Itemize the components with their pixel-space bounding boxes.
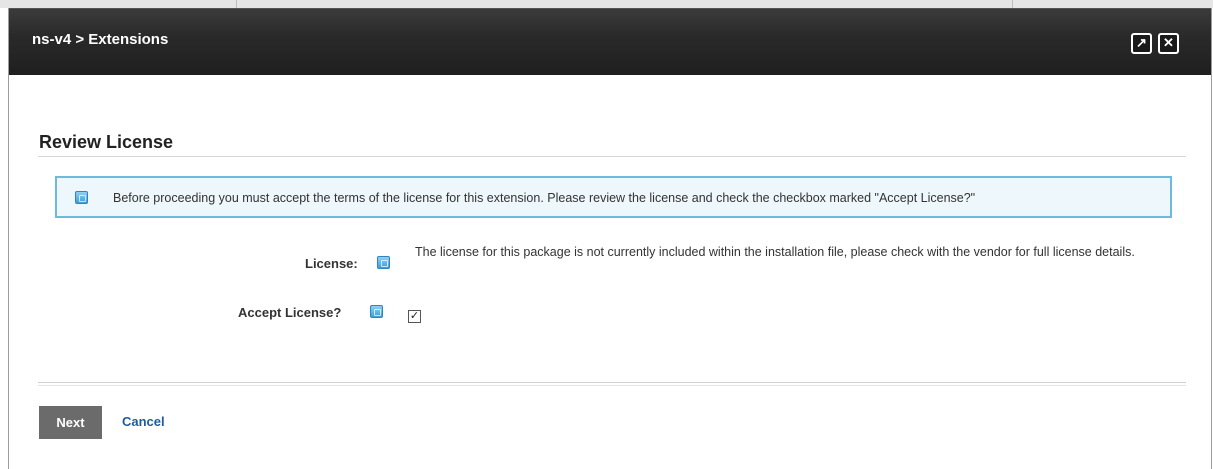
arrow-up-right-icon: ↗ xyxy=(1136,35,1147,50)
accept-license-help-icon[interactable] xyxy=(370,305,383,318)
license-label: License: xyxy=(305,256,358,271)
background-tick xyxy=(236,0,237,8)
next-button[interactable]: Next xyxy=(39,406,102,439)
help-icon xyxy=(75,191,88,204)
background-strip xyxy=(0,0,1213,8)
cancel-link[interactable]: Cancel xyxy=(122,414,165,429)
extensions-dialog: ns-v4 > Extensions ↗ ✕ Review License Be… xyxy=(8,8,1212,469)
screen: ns-v4 > Extensions ↗ ✕ Review License Be… xyxy=(0,0,1213,469)
accept-license-label: Accept License? xyxy=(238,305,342,320)
checkmark-icon: ✓ xyxy=(409,310,420,322)
accept-license-checkbox[interactable]: ✓ xyxy=(408,310,421,323)
dialog-titlebar: ns-v4 > Extensions ↗ ✕ xyxy=(9,8,1211,75)
dialog-title: ns-v4 > Extensions xyxy=(32,31,169,48)
maximize-button[interactable]: ↗ xyxy=(1131,33,1152,54)
info-notice: Before proceeding you must accept the te… xyxy=(55,176,1172,218)
background-tick xyxy=(1012,0,1013,8)
heading-divider xyxy=(38,156,1186,157)
close-icon: ✕ xyxy=(1163,35,1174,50)
footer-divider xyxy=(38,382,1186,386)
close-button[interactable]: ✕ xyxy=(1158,33,1179,54)
license-text: The license for this package is not curr… xyxy=(415,245,1135,259)
notice-text: Before proceeding you must accept the te… xyxy=(113,191,976,205)
page-title: Review License xyxy=(39,132,174,152)
license-help-icon[interactable] xyxy=(377,256,390,269)
